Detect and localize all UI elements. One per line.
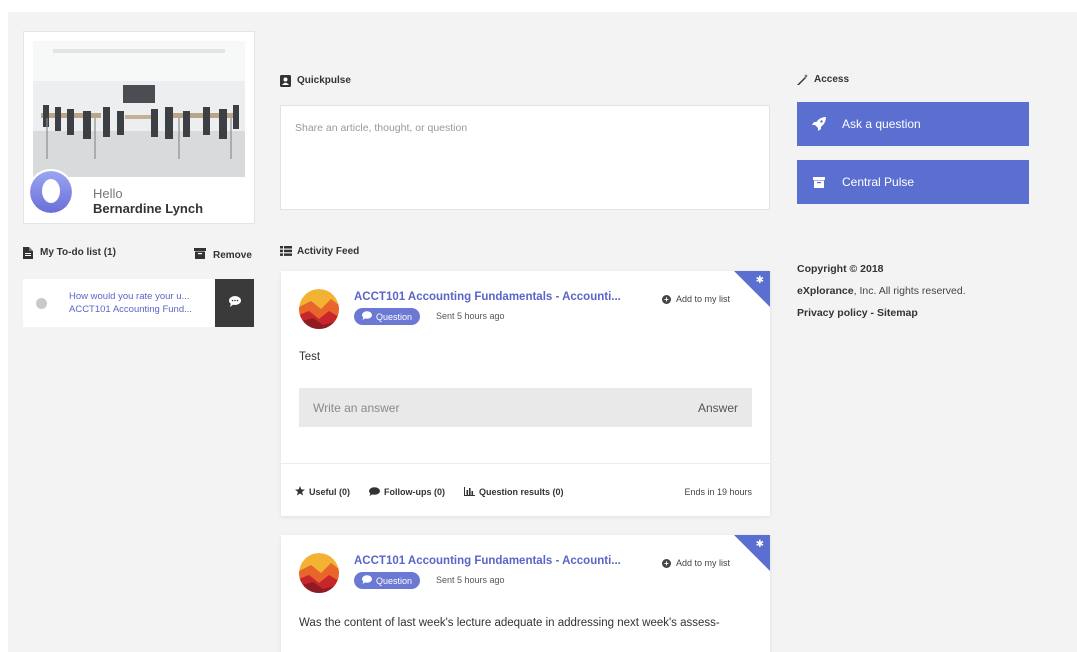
- ask-question-label: Ask a question: [842, 117, 921, 131]
- question-badge: Question: [354, 308, 421, 325]
- sent-time: Sent 5 hours ago: [436, 575, 505, 585]
- todo-item-text[interactable]: How would you rate your u... ACCT101 Acc…: [69, 290, 209, 316]
- rocket-icon: [812, 117, 826, 131]
- card-corner[interactable]: [734, 535, 770, 571]
- archive-icon: [194, 248, 206, 262]
- plus-circle-icon: +: [662, 294, 671, 304]
- quickpulse-title: Quickpulse: [297, 75, 351, 86]
- divider: [281, 463, 770, 464]
- sitemap-link[interactable]: Sitemap: [877, 307, 918, 319]
- followups-button[interactable]: Follow-ups (0): [369, 486, 446, 498]
- course-title-link[interactable]: ACCT101 Accounting Fundamentals - Accoun…: [354, 291, 629, 303]
- add-to-list-label: Add to my list: [676, 294, 731, 304]
- copyright-block: Copyright © 2018 eXplorance, Inc. All ri…: [797, 258, 966, 324]
- feed-card: ✱ ACCT101 Accounting Fundamentals - Acco…: [281, 271, 770, 516]
- todo-chat-button[interactable]: [215, 279, 254, 327]
- rights-text: , Inc. All rights reserved.: [853, 285, 966, 297]
- chat-bubble-icon: [369, 486, 381, 498]
- chat-bubble-icon: [362, 311, 372, 322]
- magic-wand-icon: [797, 74, 808, 86]
- card-corner[interactable]: [734, 271, 770, 307]
- user-name: Bernardine Lynch: [93, 201, 204, 216]
- answer-button[interactable]: Answer: [698, 401, 738, 415]
- legal-links: Privacy policy - Sitemap: [797, 302, 966, 324]
- gear-icon[interactable]: ✱: [756, 275, 764, 286]
- question-text: Was the content of last week's lecture a…: [299, 617, 720, 629]
- useful-label: Useful (0): [309, 487, 351, 497]
- chat-bubble-icon: [362, 575, 372, 586]
- add-to-list-button[interactable]: + Add to my list: [662, 558, 730, 568]
- user-badge-icon: [280, 75, 291, 87]
- plus-circle-icon: +: [662, 558, 671, 568]
- link-separator: -: [867, 307, 877, 319]
- activity-feed-header: Activity Feed: [280, 246, 359, 257]
- quickpulse-header: Quickpulse: [280, 75, 351, 87]
- answer-input[interactable]: [313, 400, 613, 415]
- access-header: Access: [797, 74, 850, 86]
- feed-card: ✱ ACCT101 Accounting Fundamentals - Acco…: [281, 535, 770, 652]
- question-badge-label: Question: [376, 311, 413, 322]
- rights-line: eXplorance, Inc. All rights reserved.: [797, 280, 966, 302]
- gear-icon[interactable]: ✱: [756, 539, 764, 550]
- question-text: Test: [299, 351, 321, 363]
- company-name: eXplorance: [797, 285, 854, 297]
- followups-label: Follow-ups (0): [384, 487, 446, 497]
- ask-question-button[interactable]: Ask a question: [797, 102, 1029, 146]
- todo-list-header: My To-do list (1): [23, 247, 116, 259]
- privacy-policy-link[interactable]: Privacy policy: [797, 307, 868, 319]
- useful-button[interactable]: Useful (0): [295, 486, 350, 498]
- sent-time: Sent 5 hours ago: [436, 311, 505, 321]
- add-to-list-label: Add to my list: [676, 558, 731, 568]
- todo-item-question: How would you rate your u...: [69, 291, 190, 302]
- question-results-button[interactable]: Question results (0): [464, 486, 564, 498]
- chat-bubble-icon: [228, 294, 241, 312]
- todo-list-title: My To-do list (1): [40, 247, 116, 258]
- bar-chart-icon: [464, 486, 476, 498]
- course-title-link[interactable]: ACCT101 Accounting Fundamentals - Accoun…: [354, 555, 629, 567]
- question-badge: Question: [354, 572, 421, 589]
- greeting: Hello: [93, 186, 123, 201]
- add-to-list-button[interactable]: + Add to my list: [662, 294, 730, 304]
- status-dot: [36, 297, 47, 309]
- access-title: Access: [814, 74, 850, 85]
- course-logo: [299, 289, 339, 329]
- document-icon: [23, 247, 34, 259]
- question-results-label: Question results (0): [479, 487, 564, 497]
- star-icon: [295, 486, 305, 498]
- todo-item[interactable]: How would you rate your u... ACCT101 Acc…: [23, 279, 254, 327]
- card-footer: Useful (0) Follow-ups (0) Question resul…: [295, 486, 752, 498]
- central-pulse-label: Central Pulse: [842, 175, 915, 189]
- question-badge-label: Question: [376, 575, 413, 586]
- profile-card: Hello Bernardine Lynch: [23, 31, 255, 224]
- avatar[interactable]: [28, 169, 74, 215]
- todo-item-course: ACCT101 Accounting Fund...: [69, 304, 193, 315]
- profile-cover-photo: [33, 41, 245, 177]
- answer-box: Answer: [299, 388, 752, 427]
- activity-feed-title: Activity Feed: [297, 246, 360, 257]
- course-logo: [299, 553, 339, 593]
- ends-in-label: Ends in 19 hours: [684, 487, 752, 497]
- copyright-text: Copyright © 2018: [797, 263, 884, 275]
- archive-icon: [812, 175, 826, 189]
- remove-label: Remove: [213, 249, 252, 261]
- remove-button[interactable]: Remove: [194, 248, 252, 262]
- quickpulse-input[interactable]: Share an article, thought, or question: [280, 105, 770, 210]
- list-icon: [280, 246, 292, 257]
- central-pulse-button[interactable]: Central Pulse: [797, 160, 1029, 204]
